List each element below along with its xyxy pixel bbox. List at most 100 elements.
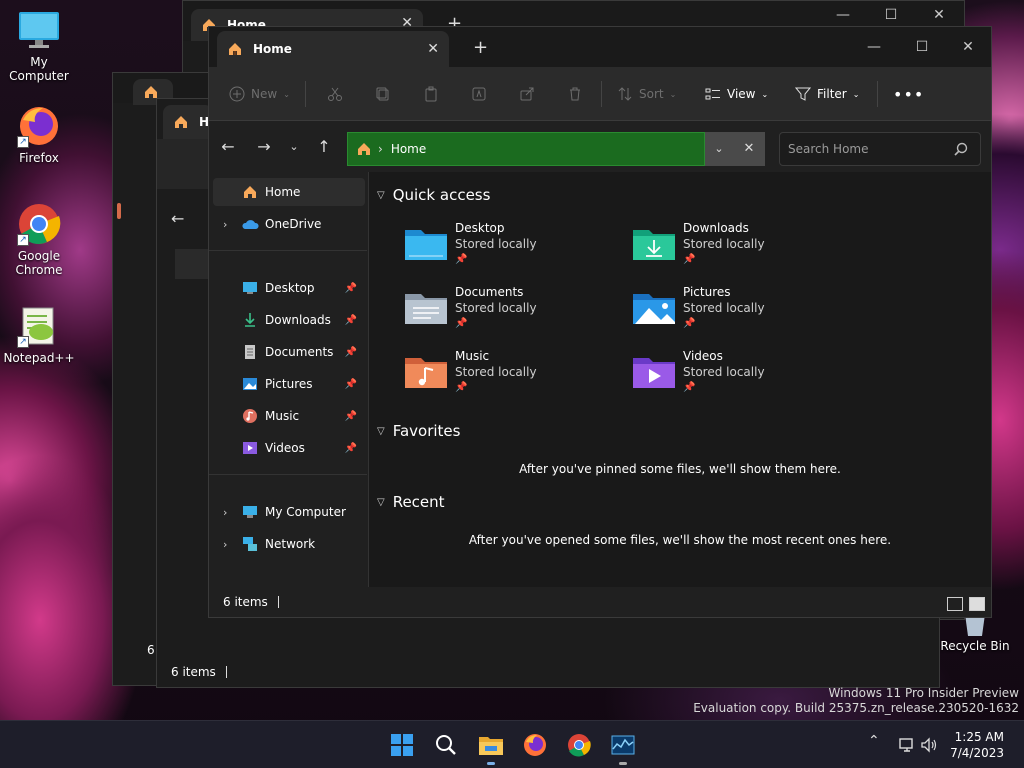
taskbar-file-explorer[interactable] [477,731,505,765]
up-button[interactable]: ↑ [313,136,335,158]
home-icon [358,143,370,155]
details-view-icon[interactable] [947,597,963,611]
status-separator [225,666,227,678]
sidebar-divider [209,250,367,251]
search-icon [436,735,456,755]
start-button[interactable] [388,731,416,759]
pin-icon[interactable]: 📌 [345,347,357,358]
taskbar-firefox[interactable] [521,731,549,759]
sidebar-item-home[interactable]: Home [213,178,365,206]
sidebar-item-pictures[interactable]: Pictures 📌 [213,370,365,398]
sidebar-item-desktop[interactable]: Desktop 📌 [213,274,365,302]
status-items: 6 items [171,665,216,679]
shortcut-arrow-icon: ↗ [17,136,29,148]
item-name: Videos [683,349,723,363]
chevron-right-icon[interactable]: › [223,218,227,231]
close-window-button[interactable]: ✕ [916,1,962,29]
share-button[interactable] [519,80,535,108]
sidebar-item-my-computer[interactable]: › My Computer [213,498,365,526]
desktop-icon-chrome[interactable]: ↗ Google Chrome [1,202,77,277]
item-name: Downloads [683,221,749,235]
paste-button[interactable] [423,80,439,108]
watermark-line-2: Evaluation copy. Build 25375.zn_release.… [693,701,1019,715]
address-path[interactable]: Home [391,142,426,156]
search-input[interactable] [788,142,948,156]
forward-button[interactable]: → [253,136,275,158]
recent-locations-button[interactable]: ⌄ [283,136,305,158]
sort-button[interactable]: Sort ⌄ [617,80,676,108]
quick-access-item-desktop[interactable]: Desktop Stored locally 📌 [403,220,603,276]
shortcut-arrow-icon: ↗ [17,234,29,246]
sidebar-item-music[interactable]: Music 📌 [213,402,365,430]
filter-button[interactable]: Filter ⌄ [795,80,859,108]
view-icon [705,88,720,100]
my-computer-icon [17,8,61,52]
sidebar-item-onedrive[interactable]: › OneDrive [213,210,365,238]
pin-icon[interactable]: 📌 [345,443,357,454]
address-dropdown-button[interactable]: ⌄ [705,132,733,166]
delete-button[interactable] [567,80,583,108]
sidebar-item-network[interactable]: › Network [213,530,365,558]
tiles-view-icon[interactable] [969,597,985,611]
quick-access-item-music[interactable]: Music Stored locally 📌 [403,348,603,404]
start-icon [391,734,413,756]
picture-icon [241,376,259,392]
sidebar-item-downloads[interactable]: Downloads 📌 [213,306,365,334]
item-name: Desktop [455,221,505,235]
new-button[interactable]: New ⌄ [229,80,290,108]
recent-empty-message: After you've opened some files, we'll sh… [468,533,892,547]
clock[interactable]: 1:25 AM 7/4/2023 [950,729,1004,761]
copy-button[interactable] [375,80,391,108]
search-box[interactable] [779,132,981,166]
sidebar-item-videos[interactable]: Videos 📌 [213,434,365,462]
pin-icon[interactable]: 📌 [345,379,357,390]
more-options-button[interactable]: ••• [893,80,924,108]
close-window-button[interactable]: ✕ [945,33,991,61]
chevron-right-icon[interactable]: › [223,506,227,519]
pin-icon[interactable]: 📌 [345,411,357,422]
quick-access-header[interactable]: ▽ Quick access [377,186,490,204]
search-icon[interactable] [954,142,968,156]
pin-icon[interactable]: 📌 [345,315,357,326]
cut-button[interactable] [327,80,343,108]
view-label: View [727,87,756,101]
address-clear-button[interactable]: ✕ [733,132,765,166]
tab-home-back-3[interactable]: H [163,105,213,139]
address-bar[interactable]: › Home [347,132,705,166]
back-button[interactable]: ← [217,136,239,158]
item-location: Stored locally [455,301,537,315]
section-title: Favorites [392,422,461,440]
maximize-button[interactable]: ☐ [899,33,945,61]
tab-home[interactable]: Home ✕ [217,31,449,67]
rename-button[interactable] [471,80,487,108]
minimize-button[interactable]: — [851,33,897,61]
favorites-header[interactable]: ▽ Favorites [377,422,460,440]
network-tray-icon[interactable] [896,731,918,759]
quick-access-item-documents[interactable]: Documents Stored locally 📌 [403,284,603,340]
taskbar-task-manager[interactable] [609,731,637,765]
volume-tray-icon[interactable] [918,731,940,759]
quick-access-item-pictures[interactable]: Pictures Stored locally 📌 [631,284,831,340]
chevron-right-icon[interactable]: › [223,538,227,551]
minimize-button[interactable]: — [820,1,866,29]
quick-access-item-downloads[interactable]: Downloads Stored locally 📌 [631,220,831,276]
close-tab-icon[interactable]: ✕ [427,41,439,57]
back-arrow-icon[interactable]: ← [171,209,184,228]
quick-access-item-videos[interactable]: Videos Stored locally 📌 [631,348,831,404]
taskbar-chrome[interactable] [565,731,593,759]
recent-header[interactable]: ▽ Recent [377,493,445,511]
explorer-window[interactable]: Home ✕ + — ☐ ✕ New ⌄ Sort ⌄ View ⌄ Filte… [208,26,992,618]
pin-icon[interactable]: 📌 [345,283,357,294]
view-toggle[interactable] [947,597,985,611]
sidebar-item-label: Documents [265,345,334,359]
pin-icon: 📌 [683,382,696,393]
search-button[interactable] [432,731,460,759]
sidebar-item-documents[interactable]: Documents 📌 [213,338,365,366]
view-button[interactable]: View ⌄ [705,80,768,108]
new-tab-icon[interactable]: + [473,37,488,58]
desktop-icon-notepadpp[interactable]: ↗ Notepad++ [1,304,77,365]
desktop-icon-firefox[interactable]: ↗ Firefox [1,104,77,165]
desktop-icon-my-computer[interactable]: My Computer [1,8,77,83]
maximize-button[interactable]: ☐ [868,1,914,29]
show-hidden-icons-button[interactable]: ⌃ [868,733,880,749]
